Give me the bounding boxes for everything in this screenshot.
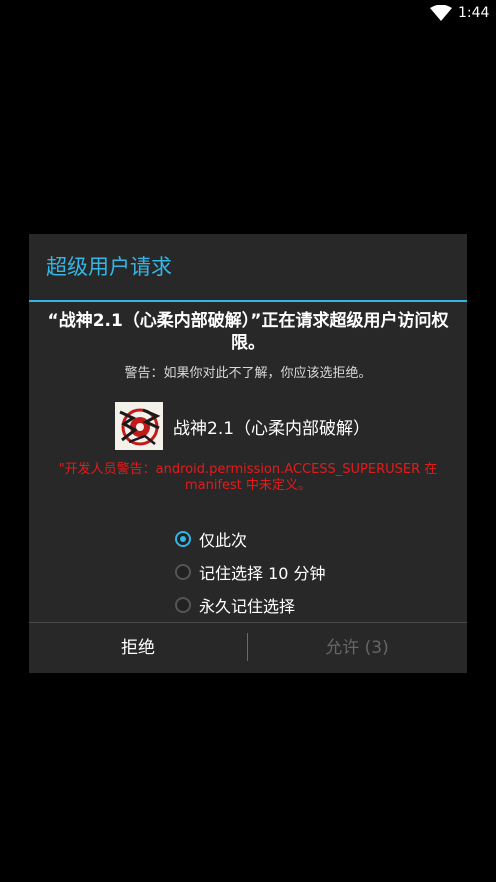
option-label: 仅此次 [199, 530, 248, 550]
status-clock: 1:44 [458, 5, 490, 21]
deny-button[interactable]: 拒绝 [29, 623, 247, 673]
dialog-title: 超级用户请求 [46, 255, 172, 279]
superuser-dialog: 超级用户请求 “战神2.1（心柔内部破解）”正在请求超级用户访问权限。 警告：如… [29, 234, 467, 673]
app-info: 战神2.1（心柔内部破解） [115, 402, 370, 450]
radio-checked-icon[interactable] [175, 530, 191, 547]
warning-text: 警告：如果你对此不了解，你应该选拒绝。 [124, 366, 372, 381]
option-label: 永久记住选择 [199, 596, 296, 616]
developer-warning: "开发人员警告：android.permission.ACCESS_SUPERU… [58, 462, 438, 493]
option-remember-10min[interactable]: 记住选择 10 分钟 [175, 555, 326, 588]
radio-unchecked-icon[interactable] [175, 596, 191, 613]
allow-button[interactable]: 允许 (3) [248, 623, 466, 673]
radio-unchecked-icon[interactable] [175, 563, 191, 580]
request-message: “战神2.1（心柔内部破解）”正在请求超级用户访问权限。 [47, 311, 449, 353]
wifi-icon [430, 5, 452, 21]
app-name: 战神2.1（心柔内部破解） [173, 418, 371, 439]
duration-options: 仅此次 记住选择 10 分钟 永久记住选择 [175, 522, 326, 621]
status-bar: 1:44 [0, 0, 496, 26]
option-remember-forever[interactable]: 永久记住选择 [175, 588, 326, 621]
title-divider [29, 300, 467, 302]
option-once[interactable]: 仅此次 [175, 522, 326, 555]
app-icon [115, 402, 163, 450]
option-label: 记住选择 10 分钟 [199, 563, 326, 583]
